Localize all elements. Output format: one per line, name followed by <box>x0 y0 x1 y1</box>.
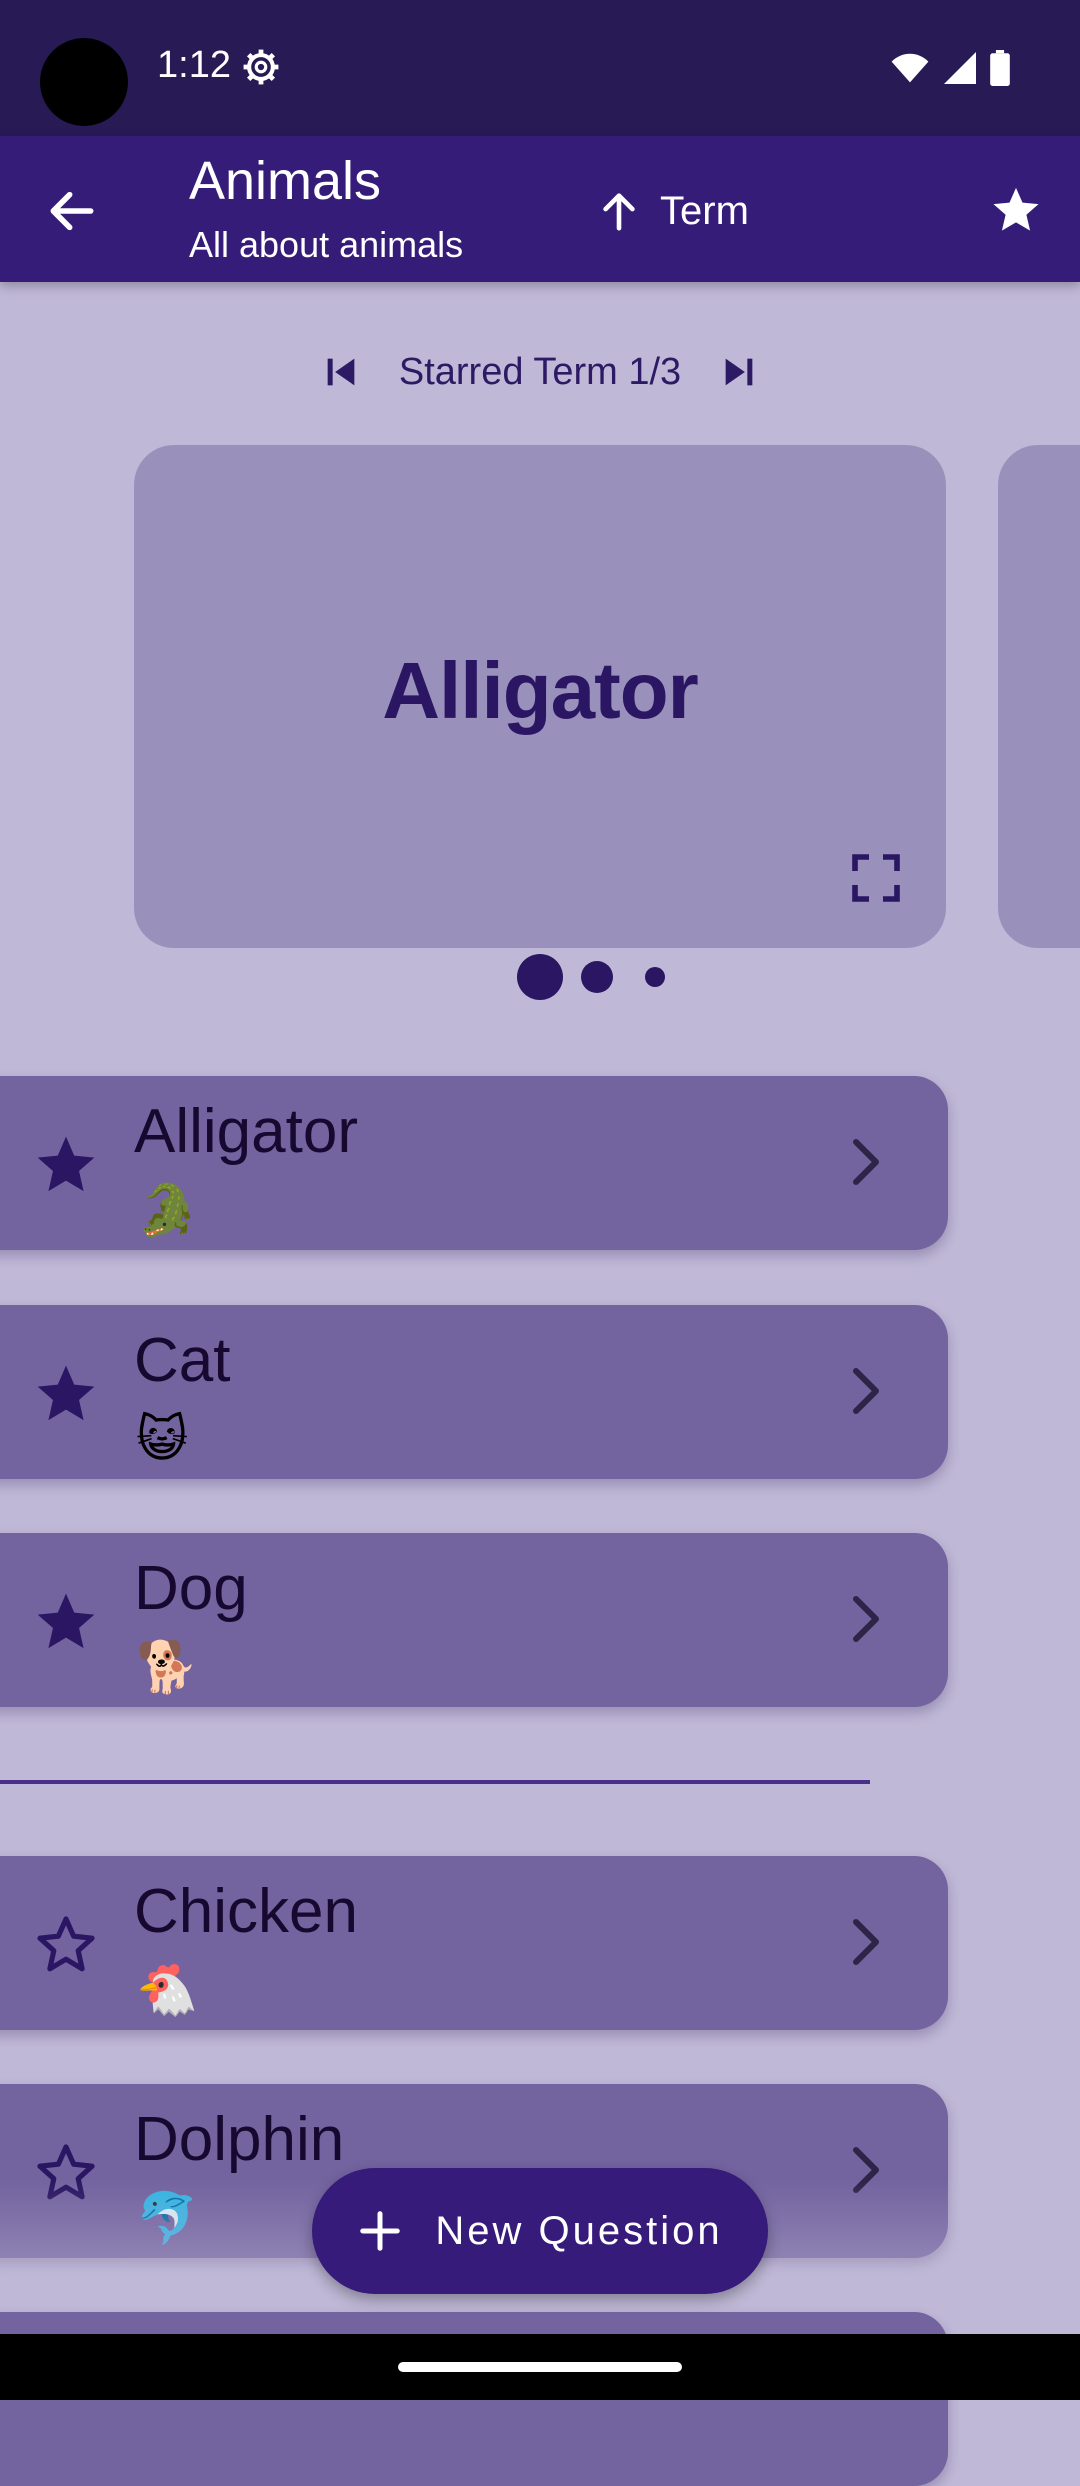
carousel-page-indicator <box>0 952 1080 1002</box>
star-filled-icon[interactable] <box>32 1360 100 1428</box>
starred-divider <box>0 1780 870 1784</box>
page-subtitle: All about animals <box>189 224 464 265</box>
starred-position-label: Starred Term 1/3 <box>398 350 682 393</box>
signal-icon <box>944 52 976 84</box>
star-filled-icon[interactable] <box>32 1588 100 1656</box>
arrow-up-icon <box>603 193 635 231</box>
list-item[interactable]: Dog 🐕 <box>0 1533 948 1707</box>
item-emoji: 🐊 <box>136 1182 199 1238</box>
navigation-bar <box>0 2334 1080 2400</box>
new-question-button[interactable]: New Question <box>312 2168 768 2294</box>
chevron-right-icon <box>853 1139 879 1185</box>
star-outline-icon[interactable] <box>32 1911 100 1979</box>
item-term: Dolphin <box>134 2105 345 2174</box>
list-item[interactable]: Cat 😺 <box>0 1305 948 1479</box>
page-dot-active <box>517 954 563 1000</box>
item-term: Cat <box>134 1326 231 1395</box>
sort-button[interactable]: Term <box>596 180 749 242</box>
status-bar: 1:12 <box>0 0 1080 136</box>
camera-cutout <box>40 38 128 126</box>
sort-label: Term <box>660 188 749 233</box>
starred-navigator: Starred Term 1/3 <box>0 336 1080 408</box>
next-flashcard-peek[interactable] <box>998 445 1080 948</box>
plus-icon <box>360 2211 401 2251</box>
page-title: Animals <box>189 151 382 211</box>
item-term: Chicken <box>134 1877 358 1946</box>
new-question-label: New Question <box>435 2208 723 2253</box>
list-item[interactable]: Alligator 🐊 <box>0 1076 948 1250</box>
fullscreen-icon[interactable] <box>848 850 904 906</box>
page-dot <box>645 967 665 987</box>
flashcard-term: Alligator <box>382 646 698 735</box>
page-dot <box>581 961 613 993</box>
item-emoji: 🐕 <box>136 1639 199 1695</box>
chevron-right-icon <box>853 1919 879 1965</box>
app-bar: Animals All about animals Term <box>0 136 1080 282</box>
battery-icon <box>990 50 1010 86</box>
settings-gear-icon <box>243 49 279 85</box>
skip-previous-icon[interactable] <box>321 352 361 392</box>
item-emoji: 😺 <box>136 1411 189 1467</box>
item-emoji: 🐬 <box>136 2190 199 2246</box>
chevron-right-icon <box>853 2147 879 2193</box>
item-emoji: 🐔 <box>136 1962 199 2018</box>
home-gesture-handle[interactable] <box>398 2362 682 2372</box>
chevron-right-icon <box>853 1368 879 1414</box>
flashcard[interactable]: Alligator <box>134 445 946 948</box>
wifi-icon <box>891 53 929 83</box>
status-time: 1:12 <box>157 44 231 86</box>
list-item[interactable]: Chicken 🐔 <box>0 1856 948 2030</box>
chevron-right-icon <box>853 1596 879 1642</box>
system-icons <box>890 50 1010 86</box>
back-arrow-icon[interactable] <box>44 183 100 239</box>
star-outline-icon[interactable] <box>32 2139 100 2207</box>
skip-next-icon[interactable] <box>719 352 759 392</box>
item-term: Alligator <box>134 1097 358 1166</box>
star-filled-icon[interactable] <box>32 1131 100 1199</box>
item-term: Dog <box>134 1554 248 1623</box>
starred-filter-star-icon[interactable] <box>990 184 1042 236</box>
